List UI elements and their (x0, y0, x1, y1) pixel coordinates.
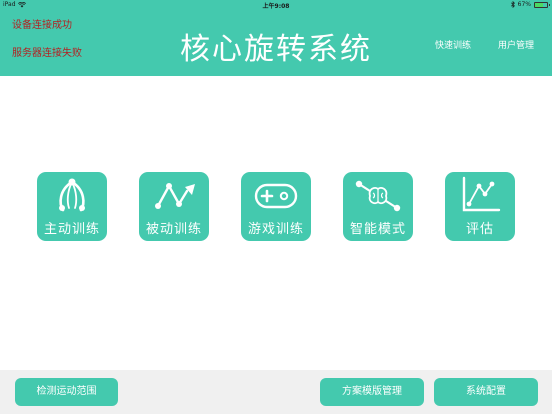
system-config-button[interactable]: 系统配置 (434, 378, 538, 406)
range-detection-button[interactable]: 检测运动范围 (15, 378, 118, 406)
user-management-button[interactable]: 用户管理 (498, 38, 534, 51)
tile-label: 被动训练 (145, 222, 202, 237)
tile-label: 评估 (465, 222, 494, 237)
battery-percent: 67% (517, 1, 531, 8)
tile-passive-training[interactable]: 被动训练 (139, 172, 209, 241)
clock: 上午9:08 (262, 3, 290, 10)
line-chart-icon (462, 176, 501, 212)
tile-game-training[interactable]: 游戏训练 (241, 172, 311, 241)
quick-training-button[interactable]: 快速训练 (435, 38, 471, 51)
tile-assessment[interactable]: 评估 (445, 172, 515, 241)
tile-label: 智能模式 (349, 222, 406, 237)
battery-icon (534, 1, 550, 8)
tile-active-training[interactable]: 主动训练 (37, 172, 107, 241)
tile-label: 主动训练 (43, 222, 100, 237)
plan-template-button[interactable]: 方案模版管理 (320, 378, 424, 406)
gamepad-icon (254, 183, 298, 209)
battery-fill (535, 2, 544, 7)
passive-training-icon (155, 183, 195, 209)
tile-label: 游戏训练 (247, 222, 304, 237)
status-bar-right: 67% (510, 1, 550, 8)
bluetooth-icon (510, 1, 515, 8)
brain-icon (355, 180, 401, 212)
active-training-icon (59, 178, 85, 212)
tile-smart-mode[interactable]: 智能模式 (343, 172, 413, 241)
status-bar: iPad 上午9:08 67% (0, 0, 552, 10)
